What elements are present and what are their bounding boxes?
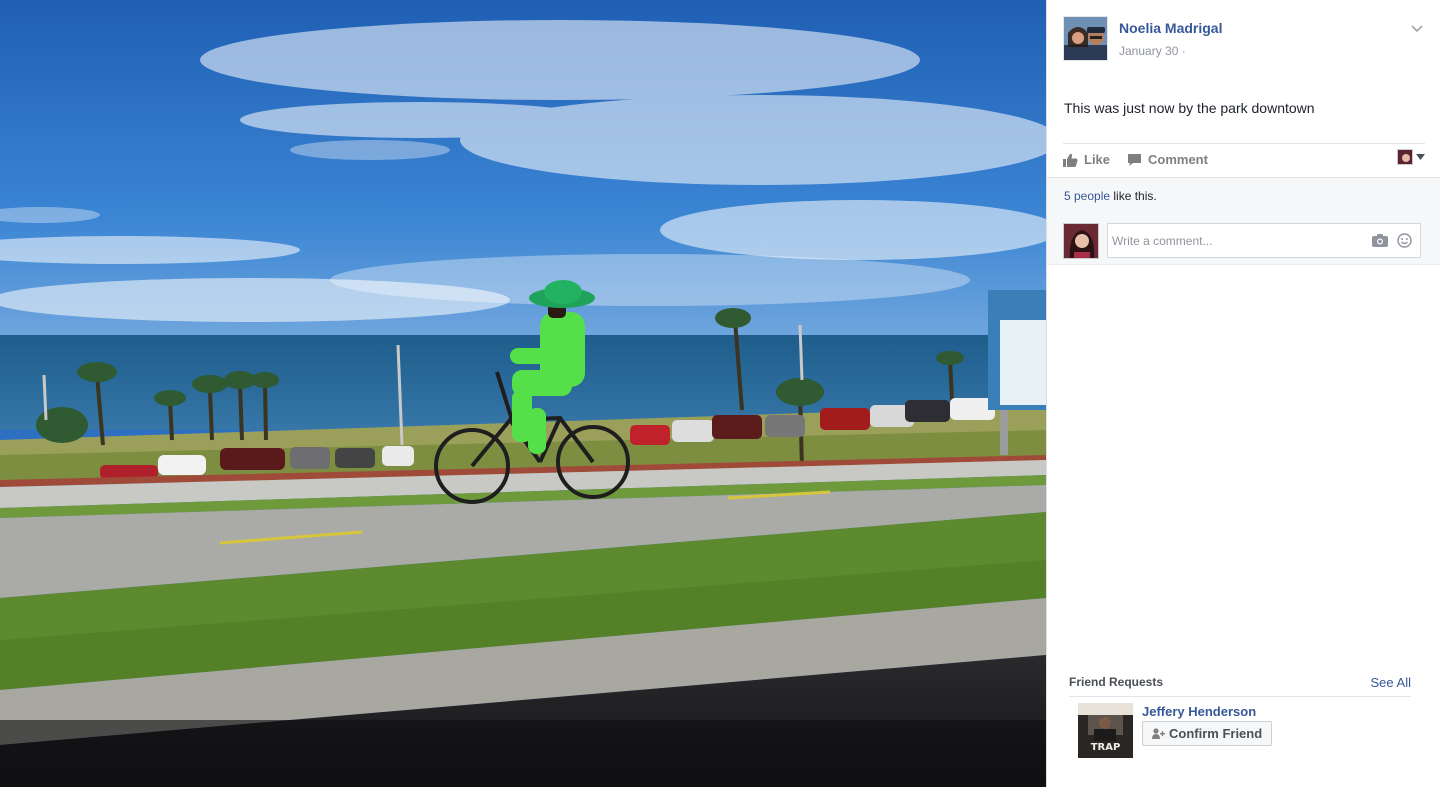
thumbs-up-icon <box>1063 153 1078 167</box>
likes-suffix: like this. <box>1110 189 1157 203</box>
post-time-row: January 30 · <box>1119 44 1186 58</box>
post-date[interactable]: January 30 <box>1119 44 1178 58</box>
author-avatar[interactable] <box>1063 16 1108 61</box>
post-side-panel: Noelia Madrigal January 30 · This was ju… <box>1046 0 1440 787</box>
author-name[interactable]: Noelia Madrigal <box>1119 20 1222 36</box>
add-friend-icon <box>1152 728 1165 739</box>
time-separator: · <box>1181 44 1186 58</box>
dropdown-caret-icon <box>1416 154 1425 160</box>
confirm-friend-label: Confirm Friend <box>1169 726 1263 741</box>
like-button[interactable]: Like <box>1063 152 1110 167</box>
comment-label: Comment <box>1148 152 1208 167</box>
post-action-bar: Like Comment <box>1063 143 1425 177</box>
post-header: Noelia Madrigal January 30 · <box>1063 16 1425 66</box>
requester-photo[interactable]: TRAP <box>1078 703 1133 758</box>
likes-and-comments: 5 people like this. <box>1047 177 1440 265</box>
speech-bubble-icon <box>1128 153 1141 166</box>
album-art-text: TRAP <box>1091 742 1121 753</box>
post-photo[interactable] <box>0 0 1046 787</box>
like-label: Like <box>1084 152 1111 167</box>
comment-button[interactable]: Comment <box>1127 152 1208 167</box>
viewer-avatar <box>1397 149 1413 165</box>
likes-summary: 5 people like this. <box>1064 189 1157 203</box>
viewer-identity-selector[interactable] <box>1397 149 1425 165</box>
see-all-link[interactable]: See All <box>1371 675 1411 690</box>
camera-icon[interactable] <box>1372 234 1388 247</box>
post-text: This was just now by the park downtown <box>1064 100 1315 116</box>
chevron-down-icon[interactable] <box>1409 20 1425 36</box>
friend-requests-title: Friend Requests <box>1069 675 1164 689</box>
comment-box[interactable] <box>1107 223 1421 258</box>
confirm-friend-button[interactable]: Confirm Friend <box>1142 721 1273 746</box>
likes-count-link[interactable]: 5 people <box>1064 189 1110 203</box>
divider <box>1069 696 1411 697</box>
requester-name[interactable]: Jeffery Henderson <box>1142 704 1256 719</box>
cyclist-photo <box>0 0 1046 787</box>
commenter-avatar <box>1063 223 1099 259</box>
comment-input[interactable] <box>1112 224 1362 257</box>
smiley-icon[interactable] <box>1397 233 1412 248</box>
friend-requests: Friend Requests See All TRAP Jeffery Hen… <box>1069 672 1411 772</box>
